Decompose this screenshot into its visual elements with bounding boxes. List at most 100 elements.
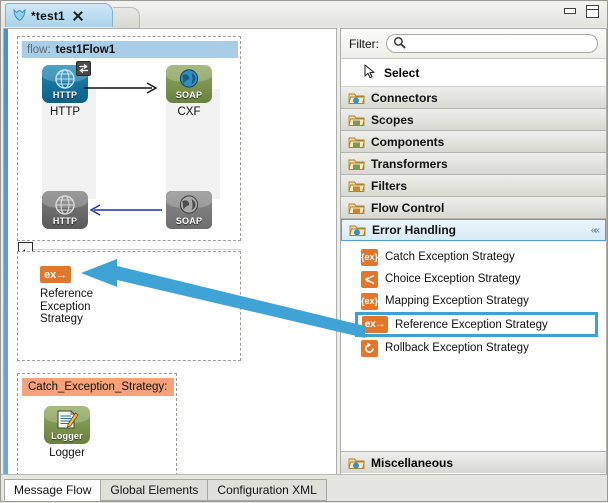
soap-icon: SOAP [166, 65, 212, 103]
palette-category-scopes[interactable]: Scopes [341, 109, 606, 131]
exchange-badge-icon [76, 61, 91, 76]
soap-icon-caption: SOAP [166, 90, 212, 100]
tab-global-elements[interactable]: Global Elements [100, 479, 208, 501]
palette-category-scopes-label: Scopes [371, 113, 414, 127]
http-gray-icon: HTTP [42, 191, 88, 229]
connector-arrow-right [84, 81, 162, 95]
tab-tail [113, 7, 140, 28]
palette-item-mapping-exception-strategy[interactable]: {ex} Mapping Exception Strategy [341, 290, 606, 312]
folder-icon [349, 223, 366, 237]
node-reference-exception-strategy[interactable]: ex→ Reference Exception Strategy [40, 266, 112, 326]
palette-panel: Filter: Select [340, 28, 607, 475]
folder-icon [348, 91, 365, 105]
choice-exception-icon [361, 271, 378, 288]
palette-category-transformers[interactable]: Transformers [341, 153, 606, 175]
mapping-exception-icon: {ex} [361, 293, 378, 310]
palette-item-list: {ex} Catch Exception Strategy Choice Exc… [341, 241, 606, 363]
cursor-icon [363, 64, 377, 82]
node-logger[interactable]: Logger Logger [36, 406, 98, 460]
folder-icon [348, 135, 365, 149]
folder-icon [348, 157, 365, 171]
http-gray-icon-caption: HTTP [42, 216, 88, 226]
mule-studio-window: *test1 flow: test1Flow1 [0, 0, 608, 502]
tab-message-flow-label: Message Flow [14, 483, 91, 497]
node-soap-outbound[interactable]: SOAP [158, 191, 220, 229]
tab-global-elements-label: Global Elements [110, 483, 198, 497]
palette-item-select[interactable]: Select [341, 59, 606, 87]
editor-tab-test1[interactable]: *test1 [5, 3, 113, 27]
filter-row: Filter: [341, 29, 606, 59]
exception-strategy-container[interactable]: ex→ Reference Exception Strategy [17, 251, 241, 361]
node-cxf-label: CXF [158, 106, 220, 119]
palette-category-connectors[interactable]: Connectors [341, 87, 606, 109]
palette-category-components-label: Components [371, 135, 444, 149]
flow-name-label: test1Flow1 [56, 44, 115, 56]
folder-icon [348, 456, 365, 470]
palette-item-choice-exception-strategy[interactable]: Choice Exception Strategy [341, 268, 606, 290]
palette-category-components[interactable]: Components [341, 131, 606, 153]
palette-item-rollback-exception-strategy-label: Rollback Exception Strategy [385, 342, 529, 354]
palette-item-select-label: Select [384, 66, 419, 80]
folder-icon [348, 113, 365, 127]
http-icon-caption: HTTP [42, 90, 88, 100]
ref-label-line3: Strategy [40, 313, 112, 326]
search-box[interactable] [386, 34, 598, 53]
node-reference-exception-strategy-label: Reference Exception Strategy [40, 288, 112, 326]
catch-exception-icon: {ex} [361, 249, 378, 266]
palette-item-reference-exception-strategy-label: Reference Exception Strategy [395, 319, 548, 331]
ref-label-line1: Reference [40, 288, 112, 301]
palette-category-miscellaneous[interactable]: Miscellaneous [341, 451, 606, 473]
filter-label: Filter: [349, 37, 379, 51]
palette-item-choice-exception-strategy-label: Choice Exception Strategy [385, 273, 521, 285]
rollback-exception-icon [361, 340, 378, 357]
window-buttons [563, 5, 600, 18]
palette-category-miscellaneous-label: Miscellaneous [371, 456, 453, 470]
connector-arrow-left [84, 203, 162, 217]
catch-exception-strategy-header-label: Catch_Exception_Strategy: [28, 381, 167, 393]
palette-item-rollback-exception-strategy[interactable]: Rollback Exception Strategy [341, 337, 606, 359]
minimize-icon[interactable] [563, 5, 578, 18]
node-cxf[interactable]: SOAP CXF [158, 65, 220, 119]
palette-category-filters-label: Filters [371, 179, 407, 193]
palette-item-reference-exception-strategy[interactable]: ex→ Reference Exception Strategy [355, 312, 598, 337]
ref-label-line2: Exception [40, 301, 112, 314]
search-icon [393, 36, 406, 52]
flow-canvas-panel: flow: test1Flow1 [3, 28, 337, 475]
catch-exception-strategy-header: Catch_Exception_Strategy: [22, 378, 174, 396]
soap-gray-icon: SOAP [166, 191, 212, 229]
palette-item-catch-exception-strategy-label: Catch Exception Strategy [385, 251, 515, 263]
reference-exception-icon: ex→ [362, 316, 388, 333]
flow-container[interactable]: flow: test1Flow1 [17, 36, 241, 241]
flow-canvas[interactable]: flow: test1Flow1 [8, 29, 336, 474]
bottom-tab-bar: Message Flow Global Elements Configurati… [1, 474, 607, 501]
palette-category-flow-control[interactable]: Flow Control [341, 197, 606, 219]
palette-category-error-handling-label: Error Handling [372, 223, 456, 237]
close-icon[interactable] [71, 9, 85, 23]
editor-tab-label: *test1 [31, 9, 65, 23]
reference-exception-chip-icon: ex→ [40, 266, 71, 283]
soap-gray-icon-caption: SOAP [166, 216, 212, 226]
double-chevron-left-icon[interactable]: «« [591, 225, 598, 236]
flow-key-label: flow: [27, 44, 51, 56]
palette-item-catch-exception-strategy[interactable]: {ex} Catch Exception Strategy [341, 246, 606, 268]
node-http-inbound-label: HTTP [34, 106, 96, 119]
palette-category-flow-control-label: Flow Control [371, 201, 444, 215]
palette-category-transformers-label: Transformers [371, 157, 448, 171]
logger-icon: Logger [44, 406, 90, 444]
tab-configuration-xml[interactable]: Configuration XML [207, 479, 326, 501]
folder-icon [348, 201, 365, 215]
mule-icon [12, 8, 27, 23]
maximize-icon[interactable] [585, 5, 600, 18]
node-logger-label: Logger [36, 447, 98, 460]
catch-exception-strategy-container[interactable]: Catch_Exception_Strategy: [17, 373, 177, 474]
tab-message-flow[interactable]: Message Flow [4, 479, 101, 501]
title-bar: *test1 [1, 1, 607, 27]
palette-category-connectors-label: Connectors [371, 91, 438, 105]
palette-category-error-handling[interactable]: Error Handling «« [341, 219, 606, 241]
flow-header: flow: test1Flow1 [22, 41, 238, 58]
reference-exception-chip-label: ex→ [44, 269, 67, 281]
palette-category-filters[interactable]: Filters [341, 175, 606, 197]
palette-item-mapping-exception-strategy-label: Mapping Exception Strategy [385, 295, 529, 307]
search-input[interactable] [406, 36, 597, 51]
tab-configuration-xml-label: Configuration XML [217, 483, 316, 497]
